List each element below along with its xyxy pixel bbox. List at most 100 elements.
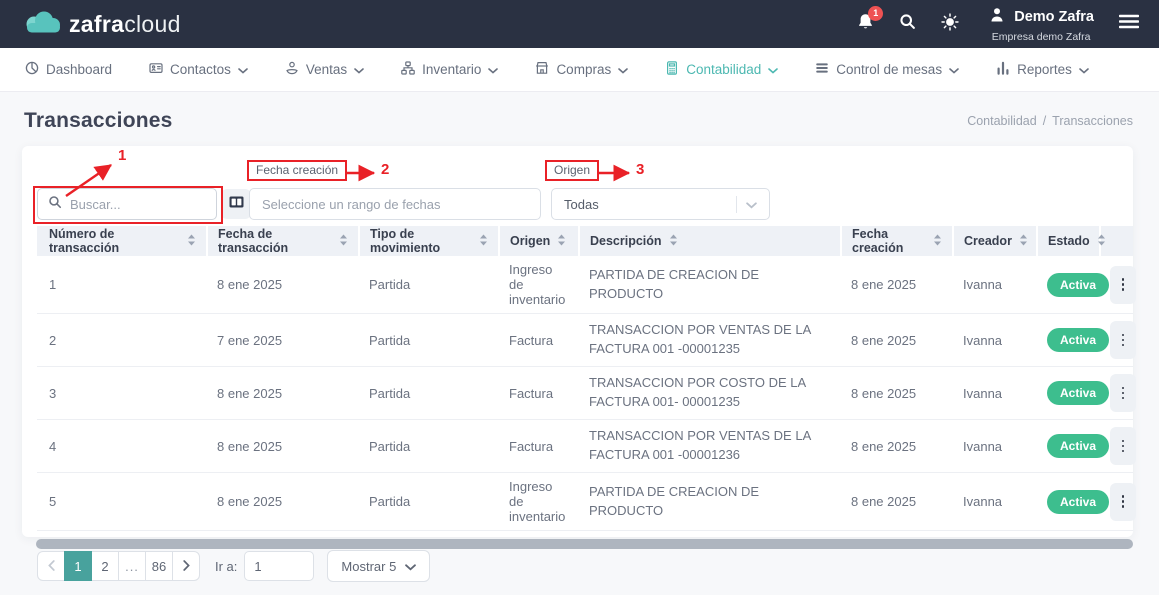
annotation-number-3: 3 bbox=[636, 161, 644, 178]
date-range-input[interactable] bbox=[262, 197, 528, 212]
cell-tipo: Partida bbox=[359, 367, 499, 420]
chevron-down-icon bbox=[238, 62, 248, 77]
row-actions-button[interactable] bbox=[1110, 321, 1136, 359]
origin-select[interactable]: Todas bbox=[551, 188, 770, 220]
goto-page-input[interactable] bbox=[244, 551, 314, 581]
annotation-number-2: 2 bbox=[381, 161, 389, 178]
page-buttons-group: 1 2 ... 86 bbox=[37, 551, 200, 581]
nav-item-ventas[interactable]: Ventas bbox=[285, 61, 364, 78]
nav-label: Ventas bbox=[306, 62, 347, 77]
row-actions-button[interactable] bbox=[1110, 483, 1136, 521]
cell-tipo: Partida bbox=[359, 314, 499, 367]
annotation-number-1: 1 bbox=[118, 147, 126, 164]
table-row: 1 8 ene 2025 Partida Ingreso de inventar… bbox=[37, 256, 1133, 314]
page-button-1[interactable]: 1 bbox=[64, 551, 92, 581]
cell-descripcion: TRANSACCION POR VENTAS DE LA FACTURA 001… bbox=[579, 314, 841, 367]
hamburger-menu-button[interactable] bbox=[1119, 14, 1139, 34]
search-icon bbox=[48, 195, 62, 214]
chevron-down-icon bbox=[768, 62, 778, 77]
nav-item-compras[interactable]: Compras bbox=[535, 61, 628, 78]
sort-icon[interactable] bbox=[557, 234, 566, 249]
nav-label: Contactos bbox=[170, 62, 231, 77]
col-header-origen[interactable]: Origen bbox=[499, 226, 579, 256]
sitemap-icon bbox=[401, 61, 415, 78]
chevron-down-icon bbox=[1079, 62, 1089, 77]
sort-icon[interactable] bbox=[933, 234, 942, 249]
columns-toggle-button[interactable] bbox=[221, 189, 251, 219]
cell-fecha-transaccion: 8 ene 2025 bbox=[207, 367, 359, 420]
next-page-button[interactable] bbox=[172, 551, 200, 581]
cell-fecha-creacion: 8 ene 2025 bbox=[841, 420, 953, 473]
cell-fecha-creacion: 8 ene 2025 bbox=[841, 367, 953, 420]
search-input[interactable] bbox=[70, 197, 206, 212]
page-size-select[interactable]: Mostrar 5 bbox=[327, 550, 430, 582]
search-field bbox=[37, 188, 217, 220]
previous-page-button[interactable] bbox=[37, 551, 65, 581]
col-header-fecha-creacion[interactable]: Fecha creación bbox=[841, 226, 953, 256]
sort-icon[interactable] bbox=[187, 234, 196, 249]
cell-numero: 3 bbox=[37, 367, 207, 420]
col-header-descripcion[interactable]: Descripción bbox=[579, 226, 841, 256]
horizontal-scrollbar[interactable] bbox=[36, 539, 1133, 549]
cell-fecha-transaccion: 8 ene 2025 bbox=[207, 256, 359, 314]
status-badge: Activa bbox=[1047, 490, 1109, 514]
origin-select-value: Todas bbox=[564, 197, 599, 212]
nav-label: Control de mesas bbox=[836, 62, 942, 77]
brand-logo[interactable]: zafracloud bbox=[24, 11, 181, 38]
cell-descripcion: PARTIDA DE CREACION DE PRODUCTO bbox=[579, 473, 841, 531]
col-header-numero[interactable]: Número de transacción bbox=[37, 226, 207, 256]
cell-creador: Ivanna bbox=[953, 420, 1037, 473]
hamburger-icon bbox=[1119, 14, 1139, 34]
contacts-card-icon bbox=[149, 61, 163, 78]
row-actions-button[interactable] bbox=[1110, 266, 1136, 304]
user-menu[interactable]: Demo Zafra Empresa demo Zafra bbox=[988, 6, 1094, 43]
page-button-86[interactable]: 86 bbox=[145, 551, 173, 581]
row-actions-button[interactable] bbox=[1110, 427, 1136, 465]
nav-item-reportes[interactable]: Reportes bbox=[996, 61, 1089, 78]
col-header-tipo-movimiento[interactable]: Tipo de movimiento bbox=[359, 226, 499, 256]
cell-fecha-transaccion: 8 ene 2025 bbox=[207, 473, 359, 531]
annotation-label-origen: Origen bbox=[545, 160, 599, 181]
nav-item-dashboard[interactable]: Dashboard bbox=[25, 61, 112, 78]
table-row: 4 8 ene 2025 Partida Factura TRANSACCION… bbox=[37, 420, 1133, 473]
notifications-button[interactable]: 1 bbox=[857, 13, 874, 36]
user-avatar-icon bbox=[988, 6, 1006, 29]
sort-icon[interactable] bbox=[1097, 234, 1106, 249]
topbar-actions: 1 Demo Zafra Empresa demo Zafra bbox=[857, 6, 1139, 43]
row-actions-button[interactable] bbox=[1110, 374, 1136, 412]
sort-icon[interactable] bbox=[339, 234, 348, 249]
cell-creador: Ivanna bbox=[953, 256, 1037, 314]
sales-icon bbox=[285, 61, 299, 78]
sort-icon[interactable] bbox=[669, 234, 678, 249]
store-icon bbox=[535, 61, 549, 78]
status-badge: Activa bbox=[1047, 328, 1109, 352]
stack-icon bbox=[815, 61, 829, 78]
user-company: Empresa demo Zafra bbox=[992, 31, 1091, 43]
search-button[interactable] bbox=[899, 13, 916, 35]
main-nav: Dashboard Contactos Ventas Inventario Co… bbox=[0, 48, 1159, 92]
cell-numero: 4 bbox=[37, 420, 207, 473]
col-header-estado[interactable]: Estado bbox=[1037, 226, 1100, 256]
nav-item-contabilidad[interactable]: Contabilidad bbox=[665, 61, 778, 78]
table-header-row: Número de transacción Fecha de transacci… bbox=[37, 226, 1133, 256]
col-header-creador[interactable]: Creador bbox=[953, 226, 1037, 256]
cell-origen: Ingreso de inventario bbox=[499, 473, 579, 531]
sort-icon[interactable] bbox=[1019, 234, 1028, 249]
nav-item-inventario[interactable]: Inventario bbox=[401, 61, 498, 78]
nav-item-contactos[interactable]: Contactos bbox=[149, 61, 248, 78]
search-icon bbox=[899, 13, 916, 35]
cell-numero: 5 bbox=[37, 473, 207, 531]
nav-label: Compras bbox=[556, 62, 611, 77]
sort-icon[interactable] bbox=[479, 234, 488, 249]
cell-descripcion: PARTIDA DE CREACION DE PRODUCTO bbox=[579, 256, 841, 314]
theme-toggle-button[interactable] bbox=[941, 13, 959, 36]
cell-fecha-transaccion: 8 ene 2025 bbox=[207, 420, 359, 473]
page-button-2[interactable]: 2 bbox=[91, 551, 119, 581]
nav-item-control-de-mesas[interactable]: Control de mesas bbox=[815, 61, 959, 78]
breadcrumb-parent[interactable]: Contabilidad bbox=[967, 114, 1037, 128]
cloud-logo-icon bbox=[24, 11, 62, 38]
page-button-ellipsis[interactable]: ... bbox=[118, 551, 146, 581]
page-head: Transacciones Contabilidad / Transaccion… bbox=[0, 92, 1159, 146]
cell-fecha-transaccion: 7 ene 2025 bbox=[207, 314, 359, 367]
col-header-fecha-transaccion[interactable]: Fecha de transacción bbox=[207, 226, 359, 256]
